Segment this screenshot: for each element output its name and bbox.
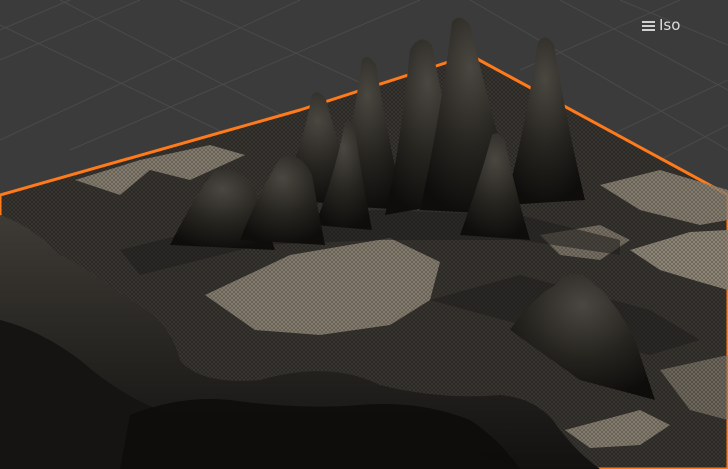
hamburger-menu-icon <box>642 20 655 31</box>
terrain-scene[interactable] <box>0 0 728 469</box>
terrain-mesh[interactable] <box>0 17 728 469</box>
view-mode-menu[interactable]: Iso <box>638 14 684 36</box>
view-mode-label: Iso <box>659 16 681 34</box>
3d-viewport[interactable]: Iso <box>0 0 728 469</box>
